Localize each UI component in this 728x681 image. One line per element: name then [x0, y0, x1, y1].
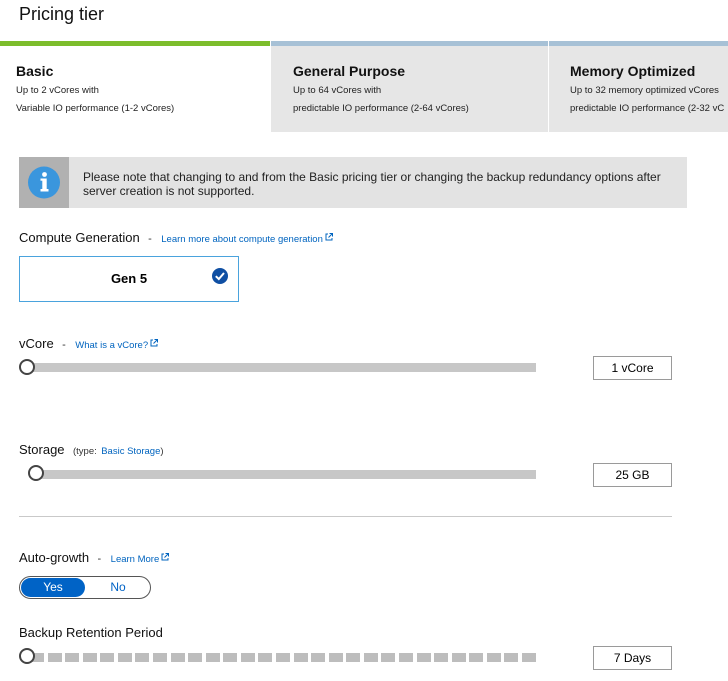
external-link-icon	[325, 233, 333, 241]
backup-retention-step	[398, 653, 413, 662]
info-banner: Please note that changing to and from th…	[19, 157, 687, 208]
divider	[19, 516, 672, 517]
storage-header: Storage (type: Basic Storage)	[19, 441, 164, 459]
external-link-icon	[150, 339, 159, 347]
storage-type-prefix: (type:	[73, 446, 97, 457]
info-message: Please note that changing to and from th…	[83, 170, 661, 198]
storage-slider-track[interactable]	[36, 470, 536, 479]
tab-general-purpose-desc-line1: Up to 64 vCores with	[293, 85, 382, 96]
storage-value-box[interactable]: 25 GB	[593, 463, 672, 487]
auto-growth-toggle[interactable]: Yes No	[19, 576, 151, 599]
checkmark-icon	[212, 268, 228, 284]
backup-retention-step	[521, 653, 536, 662]
backup-retention-label: Backup Retention Period	[19, 625, 163, 640]
separator: -	[62, 339, 66, 351]
tab-basic-desc-line2: Variable IO performance (1-2 vCores)	[16, 103, 175, 114]
learn-more-compute-text: Learn more about compute generation	[161, 234, 323, 245]
tab-general-purpose-desc-line2: predictable IO performance (2-64 vCores)	[293, 103, 469, 114]
tab-memory-optimized-desc-line1: Up to 32 memory optimized vCores	[570, 85, 719, 96]
separator: -	[97, 553, 102, 565]
backup-retention-step	[311, 653, 326, 662]
tab-basic[interactable]: Basic Up to 2 vCores with Variable IO pe…	[0, 41, 270, 132]
backup-retention-step	[100, 653, 115, 662]
backup-retention-step	[170, 653, 185, 662]
info-icon	[28, 166, 60, 199]
info-icon-box	[19, 157, 69, 208]
backup-retention-step	[275, 653, 291, 662]
backup-retention-step	[205, 653, 220, 662]
tab-general-purpose-name: General Purpose	[293, 63, 406, 79]
vcore-slider-track[interactable]	[24, 363, 536, 372]
tab-memory-optimized[interactable]: Memory Optimized Up to 32 memory optimiz…	[549, 41, 728, 132]
backup-retention-step	[65, 653, 80, 662]
backup-retention-step	[486, 653, 501, 662]
backup-retention-step	[240, 653, 255, 662]
backup-retention-step	[363, 653, 378, 662]
learn-more-autogrowth-link[interactable]: Learn More	[110, 553, 170, 565]
backup-retention-step	[328, 653, 343, 662]
vcore-header: vCore - What is a vCore?	[19, 335, 159, 353]
backup-retention-value-box[interactable]: 7 Days	[593, 646, 672, 670]
tab-basic-name: Basic	[16, 63, 54, 79]
backup-retention-step	[504, 653, 519, 662]
what-is-vcore-text: What is a vCore?	[75, 340, 149, 351]
backup-retention-step	[47, 653, 62, 662]
vcore-label: vCore	[19, 336, 54, 351]
backup-retention-step	[117, 653, 132, 662]
pricing-tier-tabs: Basic Up to 2 vCores with Variable IO pe…	[0, 41, 728, 132]
backup-retention-step	[381, 653, 396, 662]
backup-retention-slider-track[interactable]	[30, 653, 536, 662]
tab-general-purpose[interactable]: General Purpose Up to 64 vCores with pre…	[271, 41, 548, 132]
backup-retention-step	[188, 653, 203, 662]
vcore-slider-thumb[interactable]	[19, 359, 35, 375]
auto-growth-header: Auto-growth - Learn More	[19, 549, 170, 567]
auto-growth-no[interactable]: No	[86, 578, 150, 597]
backup-retention-step	[434, 653, 449, 662]
learn-more-autogrowth-text: Learn More	[110, 554, 160, 565]
page-title: Pricing tier	[19, 4, 105, 24]
tab-memory-optimized-name: Memory Optimized	[570, 63, 696, 79]
learn-more-compute-link[interactable]: Learn more about compute generation	[161, 233, 333, 245]
backup-retention-step	[293, 653, 308, 662]
tab-memory-optimized-desc-line2: predictable IO performance (2-32 vC	[570, 103, 725, 114]
gen5-option-label: Gen 5	[110, 271, 148, 286]
compute-generation-label: Compute Generation	[19, 230, 140, 245]
gen5-option-card[interactable]: Gen 5	[19, 256, 239, 302]
backup-retention-step	[346, 653, 361, 662]
backup-retention-step	[416, 653, 431, 662]
vcore-value-box[interactable]: 1 vCore	[593, 356, 672, 380]
backup-retention-step	[152, 653, 168, 662]
auto-growth-yes[interactable]: Yes	[21, 578, 85, 597]
backup-retention-step	[469, 653, 484, 662]
backup-retention-step	[223, 653, 238, 662]
storage-label: Storage	[19, 442, 65, 457]
storage-type-suffix: )	[160, 446, 164, 457]
backup-retention-slider-thumb[interactable]	[19, 648, 35, 664]
storage-type-link[interactable]: Basic Storage	[101, 446, 160, 457]
what-is-vcore-link[interactable]: What is a vCore?	[75, 339, 159, 351]
backup-retention-step	[135, 653, 150, 662]
backup-retention-step	[258, 653, 273, 662]
storage-slider-thumb[interactable]	[28, 465, 44, 481]
tab-basic-desc-line1: Up to 2 vCores with	[16, 85, 99, 96]
backup-retention-step	[82, 653, 97, 662]
separator: -	[148, 233, 152, 245]
auto-growth-label: Auto-growth	[19, 550, 90, 565]
compute-generation-header: Compute Generation - Learn more about co…	[19, 229, 333, 247]
external-link-icon	[161, 553, 170, 561]
backup-retention-step	[451, 653, 466, 662]
